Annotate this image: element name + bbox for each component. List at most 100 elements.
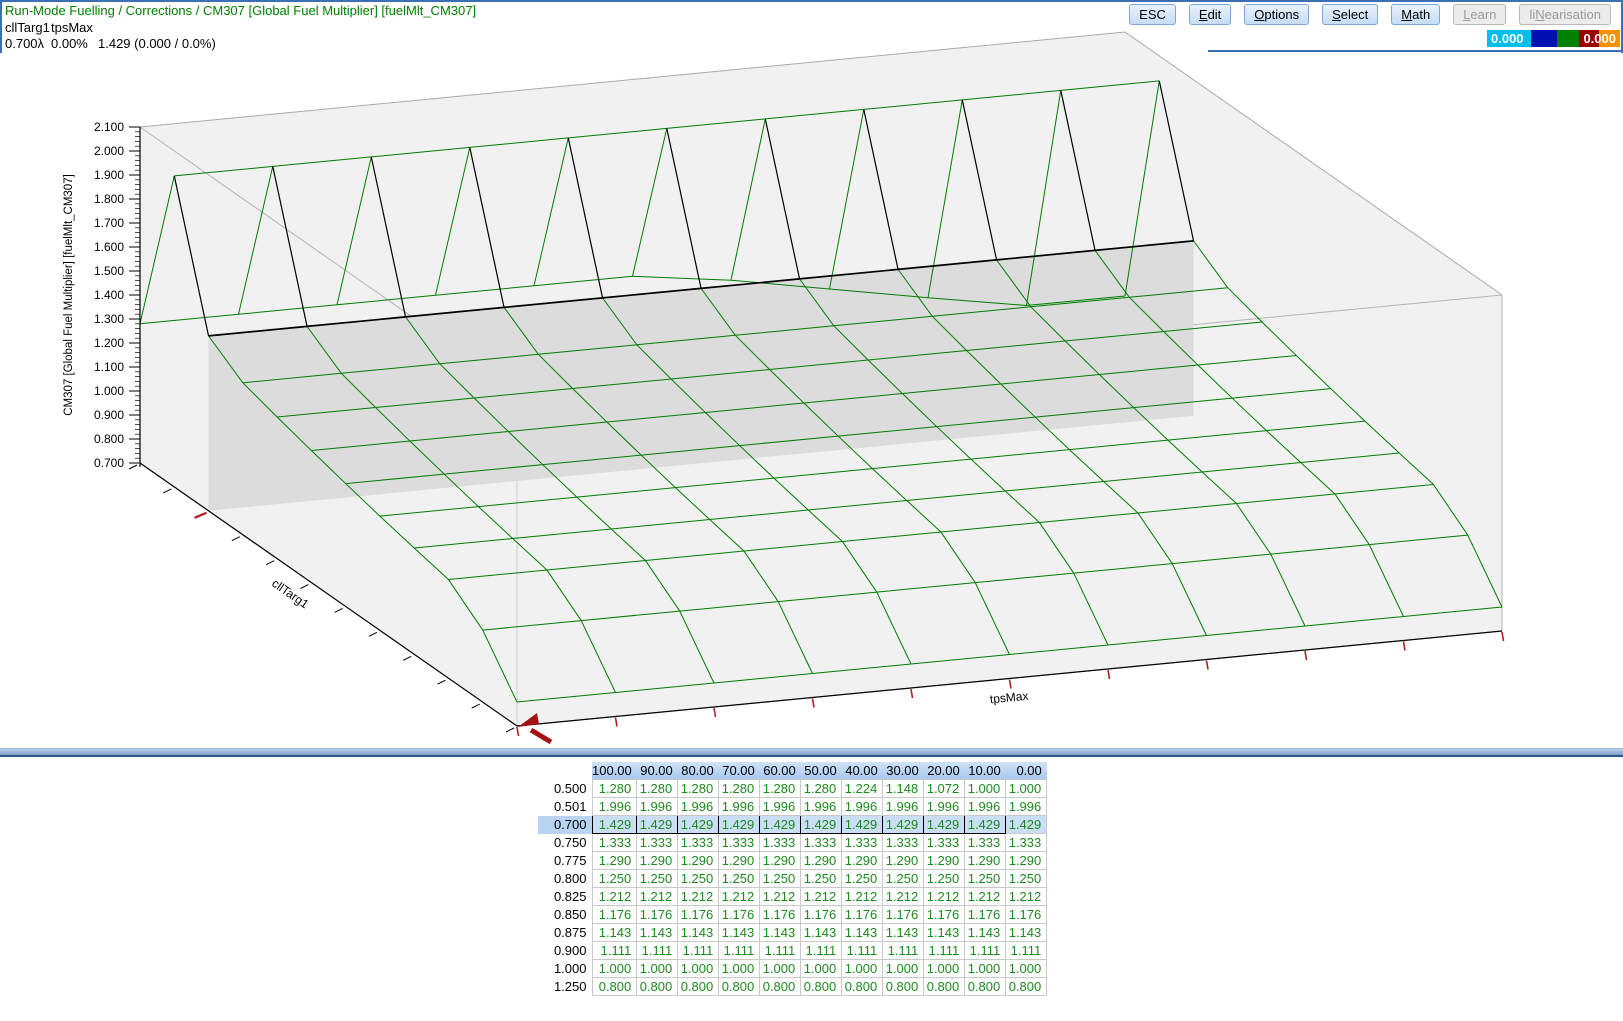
table-cell[interactable]: 1.996 [592, 798, 637, 816]
table-cell[interactable]: 1.148 [883, 780, 924, 798]
table-cell[interactable]: 1.996 [842, 798, 883, 816]
table-cell[interactable]: 1.000 [965, 960, 1006, 978]
table-cell[interactable]: 1.250 [760, 870, 801, 888]
table-cell[interactable]: 1.996 [637, 798, 678, 816]
table-cell[interactable]: 1.333 [592, 834, 637, 852]
table-cell[interactable]: 1.000 [1006, 960, 1047, 978]
table-cell[interactable]: 1.111 [637, 942, 678, 960]
table-cell[interactable]: 1.250 [883, 870, 924, 888]
table-cell[interactable]: 1.212 [760, 888, 801, 906]
table-cell[interactable]: 1.996 [924, 798, 965, 816]
table-cell[interactable]: 1.429 [801, 816, 842, 834]
row-header[interactable]: 0.850 [538, 906, 592, 924]
table-cell[interactable]: 1.176 [592, 906, 637, 924]
table-cell[interactable]: 1.143 [965, 924, 1006, 942]
table-cell[interactable]: 1.212 [924, 888, 965, 906]
table-cell[interactable]: 0.800 [592, 978, 637, 996]
table-cell[interactable]: 1.333 [883, 834, 924, 852]
table-cell[interactable]: 1.212 [719, 888, 760, 906]
table-cell[interactable]: 1.212 [883, 888, 924, 906]
table-cell[interactable]: 1.290 [801, 852, 842, 870]
table-cell[interactable]: 1.176 [678, 906, 719, 924]
surface-plot[interactable]: 0.7000.8000.9001.0001.1001.2001.3001.400… [0, 0, 1623, 748]
col-header[interactable]: 100.00 [592, 762, 637, 780]
table-cell[interactable]: 1.996 [883, 798, 924, 816]
table-cell[interactable]: 1.333 [678, 834, 719, 852]
table-cell[interactable]: 0.800 [965, 978, 1006, 996]
table-cell[interactable]: 1.000 [965, 780, 1006, 798]
table-cell[interactable]: 1.250 [1006, 870, 1047, 888]
table-cell[interactable]: 1.000 [760, 960, 801, 978]
col-header[interactable]: 60.00 [760, 762, 801, 780]
table-cell[interactable]: 1.000 [883, 960, 924, 978]
col-header[interactable]: 0.00 [1006, 762, 1047, 780]
table-cell[interactable]: 1.111 [678, 942, 719, 960]
table-cell[interactable]: 1.000 [719, 960, 760, 978]
button-select[interactable]: Select [1322, 4, 1378, 25]
col-header[interactable]: 70.00 [719, 762, 760, 780]
button-math[interactable]: Math [1391, 4, 1440, 25]
table-cell[interactable]: 1.280 [760, 780, 801, 798]
col-header[interactable]: 50.00 [801, 762, 842, 780]
button-edit[interactable]: Edit [1189, 4, 1231, 25]
table-cell[interactable]: 1.212 [592, 888, 637, 906]
table-cell[interactable]: 1.143 [592, 924, 637, 942]
table-cell[interactable]: 1.429 [924, 816, 965, 834]
table-cell[interactable]: 1.212 [1006, 888, 1047, 906]
row-header[interactable]: 1.250 [538, 978, 592, 996]
table-cell[interactable]: 0.800 [842, 978, 883, 996]
table-cell[interactable]: 1.290 [965, 852, 1006, 870]
table-cell[interactable]: 1.212 [965, 888, 1006, 906]
table-cell[interactable]: 1.000 [924, 960, 965, 978]
table-cell[interactable]: 1.333 [637, 834, 678, 852]
table-cell[interactable]: 0.800 [760, 978, 801, 996]
row-header[interactable]: 0.775 [538, 852, 592, 870]
table-cell[interactable]: 1.250 [924, 870, 965, 888]
button-options[interactable]: Options [1244, 4, 1309, 25]
table-cell[interactable]: 1.176 [637, 906, 678, 924]
table-cell[interactable]: 1.996 [719, 798, 760, 816]
table-cell[interactable]: 0.800 [883, 978, 924, 996]
table-cell[interactable]: 1.429 [719, 816, 760, 834]
table-cell[interactable]: 0.800 [1006, 978, 1047, 996]
table-cell[interactable]: 1.429 [760, 816, 801, 834]
row-header[interactable]: 0.501 [538, 798, 592, 816]
row-header[interactable]: 0.825 [538, 888, 592, 906]
table-cell[interactable]: 1.290 [883, 852, 924, 870]
col-header[interactable]: 40.00 [842, 762, 883, 780]
table-cell[interactable]: 1.111 [592, 942, 637, 960]
row-header[interactable]: 0.875 [538, 924, 592, 942]
table-cell[interactable]: 1.290 [760, 852, 801, 870]
table-cell[interactable]: 1.000 [592, 960, 637, 978]
table-cell[interactable]: 1.429 [1006, 816, 1047, 834]
table-cell[interactable]: 1.143 [924, 924, 965, 942]
table-cell[interactable]: 1.333 [924, 834, 965, 852]
table-cell[interactable]: 1.176 [801, 906, 842, 924]
table-cell[interactable]: 1.111 [719, 942, 760, 960]
table-cell[interactable]: 1.111 [842, 942, 883, 960]
table-cell[interactable]: 1.111 [760, 942, 801, 960]
table-cell[interactable]: 1.250 [801, 870, 842, 888]
table-cell[interactable]: 1.333 [719, 834, 760, 852]
table-cell[interactable]: 1.280 [678, 780, 719, 798]
table-cell[interactable]: 1.996 [965, 798, 1006, 816]
table-cell[interactable]: 1.250 [965, 870, 1006, 888]
table-cell[interactable]: 1.111 [801, 942, 842, 960]
table-cell[interactable]: 1.143 [1006, 924, 1047, 942]
table-cell[interactable]: 1.290 [678, 852, 719, 870]
table-cell[interactable]: 1.996 [678, 798, 719, 816]
row-header[interactable]: 1.000 [538, 960, 592, 978]
table-cell[interactable]: 1.333 [965, 834, 1006, 852]
table-cell[interactable]: 1.250 [592, 870, 637, 888]
table-cell[interactable]: 1.250 [719, 870, 760, 888]
table-cell[interactable]: 1.176 [719, 906, 760, 924]
table-cell[interactable]: 1.280 [592, 780, 637, 798]
table-cell[interactable]: 1.250 [637, 870, 678, 888]
table-cell[interactable]: 0.800 [678, 978, 719, 996]
table-cell[interactable]: 1.290 [924, 852, 965, 870]
table-cell[interactable]: 1.176 [924, 906, 965, 924]
table-cell[interactable]: 1.290 [719, 852, 760, 870]
table-cell[interactable]: 1.143 [719, 924, 760, 942]
table-cell[interactable]: 1.176 [965, 906, 1006, 924]
table-cell[interactable]: 1.111 [1006, 942, 1047, 960]
